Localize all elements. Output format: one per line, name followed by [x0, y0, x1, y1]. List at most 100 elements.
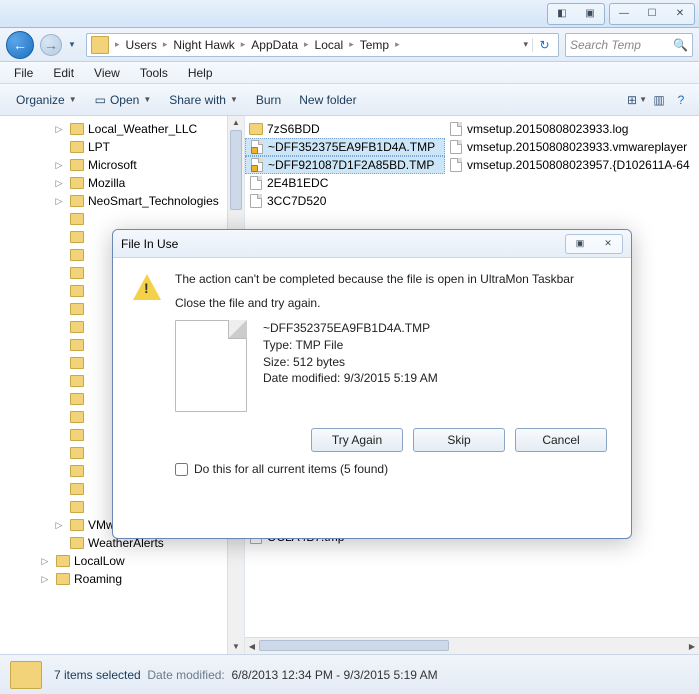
- view-options-button[interactable]: ⊞▼: [627, 90, 647, 110]
- expand-icon[interactable]: ▷: [54, 160, 64, 171]
- tree-item[interactable]: ▷Mozilla: [0, 174, 244, 192]
- expand-icon[interactable]: ▷: [40, 574, 50, 585]
- search-placeholder: Search Temp: [570, 38, 641, 52]
- help-button[interactable]: ?: [671, 90, 691, 110]
- refresh-button[interactable]: ↻: [532, 38, 556, 52]
- dialog-close-button[interactable]: ✕: [595, 236, 621, 252]
- scroll-up-icon[interactable]: ▲: [228, 116, 244, 130]
- breadcrumb-item[interactable]: Local: [313, 36, 346, 54]
- history-dropdown[interactable]: ▼: [68, 40, 80, 49]
- folder-icon: [70, 537, 84, 549]
- tree-item[interactable]: ▷Microsoft: [0, 156, 244, 174]
- breadcrumb-dropdown-icon[interactable]: ▾: [519, 39, 532, 50]
- dialog-window-buttons: ▣ ✕: [565, 234, 623, 254]
- maximize-button[interactable]: ☐: [639, 5, 665, 23]
- breadcrumb-sep-icon: ▸: [304, 39, 309, 50]
- breadcrumb-sep-icon: ▸: [163, 39, 168, 50]
- file-item[interactable]: 3CC7D520: [245, 192, 445, 210]
- expand-icon[interactable]: ▷: [54, 196, 64, 207]
- folder-icon: [70, 267, 84, 279]
- breadcrumb-item[interactable]: Night Hawk: [171, 36, 236, 54]
- file-in-use-dialog: File In Use ▣ ✕ The action can't be comp…: [112, 229, 632, 539]
- open-button[interactable]: ▭Open▼: [87, 89, 160, 111]
- expand-icon[interactable]: ▷: [54, 520, 64, 531]
- menu-bar: File Edit View Tools Help: [0, 62, 699, 84]
- folder-icon: [56, 555, 70, 567]
- file-item[interactable]: ~DFF921087D1F2A85BD.TMP: [245, 156, 445, 174]
- file-item[interactable]: vmsetup.20150808023957.{D102611A-64: [445, 156, 694, 174]
- expand-icon[interactable]: ▷: [40, 556, 50, 567]
- menu-file[interactable]: File: [4, 64, 43, 82]
- breadcrumb[interactable]: ▸ Users ▸ Night Hawk ▸ AppData ▸ Local ▸…: [86, 33, 559, 57]
- menu-tools[interactable]: Tools: [130, 64, 178, 82]
- window-titlebar: ◧ ▣ — ☐ ✕: [0, 0, 699, 28]
- folder-icon: [70, 483, 84, 495]
- skip-button[interactable]: Skip: [413, 428, 505, 452]
- tree-item[interactable]: ▷ Local_Weather_LLC: [0, 120, 244, 138]
- selection-count: 7 items selected: [54, 668, 141, 682]
- file-item[interactable]: vmsetup.20150808023933.log: [445, 120, 694, 138]
- file-item[interactable]: ~DFF352375EA9FB1D4A.TMP: [245, 138, 445, 156]
- scroll-thumb[interactable]: [230, 130, 242, 210]
- tree-item[interactable]: ▷LocalLow: [0, 552, 244, 570]
- forward-button[interactable]: →: [40, 34, 62, 56]
- new-folder-button[interactable]: New folder: [291, 89, 364, 111]
- tree-item[interactable]: [0, 210, 244, 228]
- apply-all-checkbox[interactable]: [175, 463, 188, 476]
- tree-item-label: Local_Weather_LLC: [88, 122, 197, 136]
- folder-icon: [70, 321, 84, 333]
- folder-icon: [70, 429, 84, 441]
- scroll-thumb[interactable]: [259, 640, 449, 651]
- dialog-aux-button[interactable]: ▣: [567, 236, 593, 252]
- aux-button-1[interactable]: ◧: [549, 5, 575, 23]
- document-icon: [449, 140, 463, 154]
- horizontal-scrollbar[interactable]: ◀ ▶: [245, 637, 699, 654]
- dialog-instruction: Close the file and try again.: [175, 296, 574, 310]
- breadcrumb-item[interactable]: Users: [124, 36, 159, 54]
- dialog-body: The action can't be completed because th…: [113, 258, 631, 538]
- minimize-button[interactable]: —: [611, 5, 637, 23]
- back-button[interactable]: ←: [6, 31, 34, 59]
- scroll-down-icon[interactable]: ▼: [228, 640, 244, 654]
- menu-help[interactable]: Help: [178, 64, 223, 82]
- file-name-label: 3CC7D520: [267, 194, 326, 208]
- scroll-right-icon[interactable]: ▶: [685, 638, 699, 654]
- apply-all-label: Do this for all current items (5 found): [194, 462, 388, 476]
- breadcrumb-item[interactable]: AppData: [249, 36, 300, 54]
- menu-view[interactable]: View: [84, 64, 130, 82]
- document-icon: [250, 158, 264, 172]
- file-item[interactable]: 7zS6BDD: [245, 120, 445, 138]
- aux-button-2[interactable]: ▣: [577, 5, 603, 23]
- window-aux-buttons: ◧ ▣: [547, 3, 605, 25]
- dialog-message: The action can't be completed because th…: [175, 272, 574, 286]
- try-again-button[interactable]: Try Again: [311, 428, 403, 452]
- file-item[interactable]: 2E4B1EDC: [245, 174, 445, 192]
- expand-icon[interactable]: ▷: [54, 124, 64, 135]
- menu-edit[interactable]: Edit: [43, 64, 84, 82]
- folder-icon: [249, 122, 263, 136]
- tree-item[interactable]: ▷NeoSmart_Technologies: [0, 192, 244, 210]
- tree-item[interactable]: ▷Roaming: [0, 570, 244, 588]
- file-size: Size: 512 bytes: [263, 354, 438, 371]
- chevron-down-icon: ▼: [69, 95, 77, 104]
- scroll-left-icon[interactable]: ◀: [245, 638, 259, 654]
- file-item[interactable]: vmsetup.20150808023933.vmwareplayer: [445, 138, 694, 156]
- breadcrumb-item[interactable]: Temp: [358, 36, 391, 54]
- file-name-label: 2E4B1EDC: [267, 176, 328, 190]
- preview-pane-button[interactable]: ▥: [649, 90, 669, 110]
- tree-item[interactable]: LPT: [0, 138, 244, 156]
- cancel-button[interactable]: Cancel: [515, 428, 607, 452]
- document-icon: [449, 122, 463, 136]
- folder-icon: [70, 177, 84, 189]
- share-button[interactable]: Share with▼: [161, 89, 246, 111]
- organize-button[interactable]: Organize▼: [8, 89, 85, 111]
- folder-icon: [70, 195, 84, 207]
- folder-icon: [70, 159, 84, 171]
- folder-icon: [70, 357, 84, 369]
- expand-icon[interactable]: ▷: [54, 178, 64, 189]
- burn-button[interactable]: Burn: [248, 89, 289, 111]
- file-name-label: vmsetup.20150808023933.vmwareplayer: [467, 140, 687, 154]
- file-name-label: ~DFF352375EA9FB1D4A.TMP: [268, 140, 435, 154]
- search-input[interactable]: Search Temp 🔍: [565, 33, 693, 57]
- close-button[interactable]: ✕: [667, 5, 693, 23]
